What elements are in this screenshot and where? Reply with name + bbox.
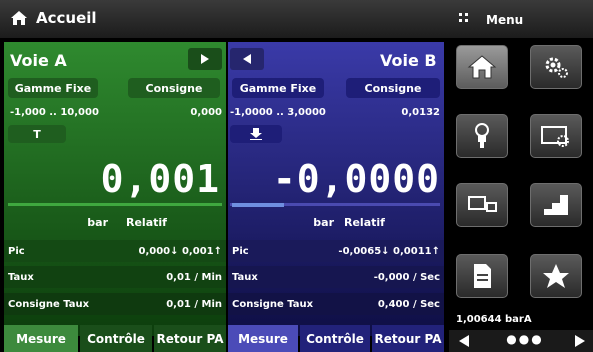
star-icon xyxy=(543,264,569,288)
document-icon xyxy=(474,264,491,288)
favorite-button[interactable] xyxy=(530,254,582,298)
reading-a: 0,001 xyxy=(100,157,220,201)
channel-a-name: Voie A xyxy=(10,51,67,70)
range-text-b: -1,0000 .. 3,0000 xyxy=(230,107,326,118)
home-icon[interactable] xyxy=(10,10,28,26)
download-button-b[interactable] xyxy=(230,125,282,143)
step-button[interactable] xyxy=(530,183,582,227)
progress-fill-b xyxy=(232,203,284,207)
chevron-right-icon[interactable] xyxy=(574,334,586,348)
display-settings-button[interactable] xyxy=(530,114,582,158)
rate-label-a: Taux xyxy=(8,271,34,283)
tab-control-a[interactable]: Contrôle xyxy=(80,325,152,352)
tab-return-b[interactable]: Retour PA xyxy=(372,325,444,352)
download-icon xyxy=(250,128,262,140)
sensor-button[interactable] xyxy=(456,114,508,158)
range-text-a: -1,000 .. 10,000 xyxy=(10,107,99,118)
chevron-right-icon xyxy=(201,54,209,64)
setpoint-value-a: 0,000 xyxy=(190,107,222,118)
setpoint-button-a[interactable]: Consigne xyxy=(128,78,220,98)
sensor-icon xyxy=(475,123,489,148)
tare-button-a[interactable]: T xyxy=(8,125,66,143)
setpoint-rate-value-a: 0,01 / Min xyxy=(166,298,222,310)
settings-button[interactable] xyxy=(530,45,582,89)
chevron-left-icon[interactable] xyxy=(458,334,470,348)
home-icon xyxy=(467,55,497,79)
peak-value-a: 0,000↓ 0,001↑ xyxy=(138,245,222,257)
document-button[interactable] xyxy=(456,254,508,298)
menu-grid-icon[interactable] xyxy=(458,12,470,24)
rate-value-b: -0,000 / Sec xyxy=(373,271,440,283)
mode-b[interactable]: Relatif xyxy=(344,212,394,232)
page-dots: ●●● xyxy=(506,332,544,346)
chevron-left-icon xyxy=(243,54,251,64)
channel-a-next-button[interactable] xyxy=(188,48,222,70)
setpoint-rate-value-b: 0,400 / Sec xyxy=(377,298,440,310)
unit-b[interactable]: bar xyxy=(280,212,334,232)
setpoint-rate-label-a: Consigne Taux xyxy=(8,298,90,310)
tab-measure-b[interactable]: Mesure xyxy=(228,325,298,352)
peak-label-b: Pic xyxy=(232,245,249,257)
devices-button[interactable] xyxy=(456,183,508,227)
rate-value-a: 0,01 / Min xyxy=(166,271,222,283)
peak-value-b: -0,0065↓ 0,0011↑ xyxy=(338,245,440,257)
rate-label-b: Taux xyxy=(232,271,258,283)
settings-icon xyxy=(545,57,568,78)
home-button[interactable] xyxy=(456,45,508,89)
channel-b-prev-button[interactable] xyxy=(230,48,264,70)
tab-return-a[interactable]: Retour PA xyxy=(154,325,226,352)
peak-label-a: Pic xyxy=(8,245,25,257)
mode-a[interactable]: Relatif xyxy=(126,212,176,232)
unit-a[interactable]: bar xyxy=(60,212,108,232)
channel-b-name: Voie B xyxy=(380,51,437,70)
tab-measure-a[interactable]: Mesure xyxy=(4,325,78,352)
step-icon xyxy=(544,195,568,215)
range-button-a[interactable]: Gamme Fixe xyxy=(8,78,98,98)
barometer-reading: 1,00644 barA xyxy=(456,314,532,325)
setpoint-button-b[interactable]: Consigne xyxy=(346,78,440,98)
display-settings-icon xyxy=(541,126,569,147)
progress-track-a xyxy=(8,203,222,206)
devices-icon xyxy=(468,196,497,212)
reading-b: -0,0000 xyxy=(272,157,440,201)
menu-label[interactable]: Menu xyxy=(486,13,523,27)
page-title: Accueil xyxy=(36,9,97,27)
range-button-b[interactable]: Gamme Fixe xyxy=(232,78,324,98)
tab-control-b[interactable]: Contrôle xyxy=(300,325,370,352)
setpoint-value-b: 0,0132 xyxy=(401,107,440,118)
